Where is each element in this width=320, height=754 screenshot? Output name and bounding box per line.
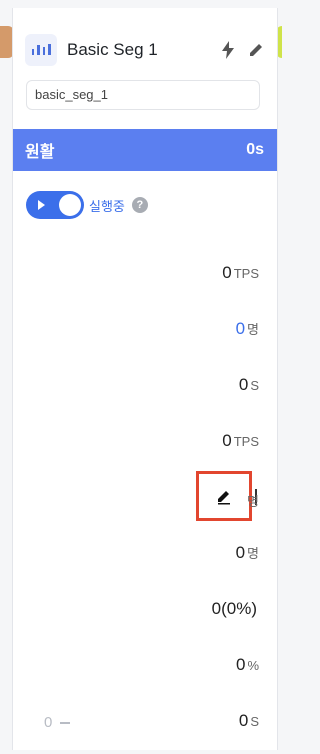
metric-value: 0 — [238, 711, 249, 730]
status-bar: 원활 0s — [13, 129, 277, 171]
segment-title: Basic Seg 1 — [67, 40, 158, 59]
footer-value: 0 — [44, 714, 53, 731]
metric-row: 0 명 — [236, 543, 259, 563]
metric-row: 0 S — [239, 711, 259, 731]
pencil-icon[interactable] — [245, 39, 267, 61]
metric-value: 0 — [235, 543, 246, 562]
toggle-knob — [59, 194, 81, 216]
metric-value: 0 — [222, 431, 232, 450]
metric-value: 0(0%) — [211, 599, 257, 618]
metric-unit: TPS — [233, 266, 259, 281]
segment-card: Basic Seg 1 basic_seg_1 원활 0s 실행중 ? 0 TP… — [12, 8, 278, 750]
run-toggle[interactable] — [26, 191, 84, 219]
status-time: 0s — [246, 141, 264, 158]
metric-row: 0 TPS — [222, 263, 259, 283]
metric-value: 0 — [222, 263, 232, 282]
metric-value: 0 — [238, 375, 249, 394]
help-icon[interactable]: ? — [131, 197, 148, 213]
metric-row: 0(0%) — [212, 599, 259, 619]
metric-value: 0 — [235, 319, 246, 338]
segment-id-field[interactable]: basic_seg_1 — [26, 80, 260, 110]
metric-row: 0 S — [239, 375, 259, 395]
metric-unit: S — [250, 714, 259, 729]
status-label: 원활 — [25, 144, 55, 161]
metric-row-editing: 명 — [245, 491, 259, 510]
metric-unit: 명 — [247, 546, 259, 561]
segment-header: Basic Seg 1 — [25, 30, 267, 70]
edit-metric-button[interactable] — [196, 471, 252, 521]
metric-row: 0 TPS — [222, 431, 259, 451]
toggle-label: 실행중 — [89, 198, 125, 214]
metric-unit: S — [250, 378, 259, 393]
bar-chart-icon — [25, 34, 57, 66]
lightning-icon[interactable] — [217, 39, 239, 61]
metric-unit: TPS — [233, 434, 259, 449]
metric-value: 0 — [235, 655, 246, 674]
metric-unit: 명 — [247, 322, 259, 337]
run-toggle-row: 실행중 ? — [26, 191, 148, 219]
metric-unit: % — [247, 658, 259, 673]
pencil-icon — [218, 491, 230, 505]
metric-row: 0 % — [236, 655, 259, 675]
dash-icon — [60, 721, 71, 724]
play-icon — [38, 200, 45, 210]
metric-row: 0 명 — [236, 319, 259, 339]
footer-left: 0 — [44, 714, 71, 731]
metric-unit: 명 — [247, 494, 259, 509]
